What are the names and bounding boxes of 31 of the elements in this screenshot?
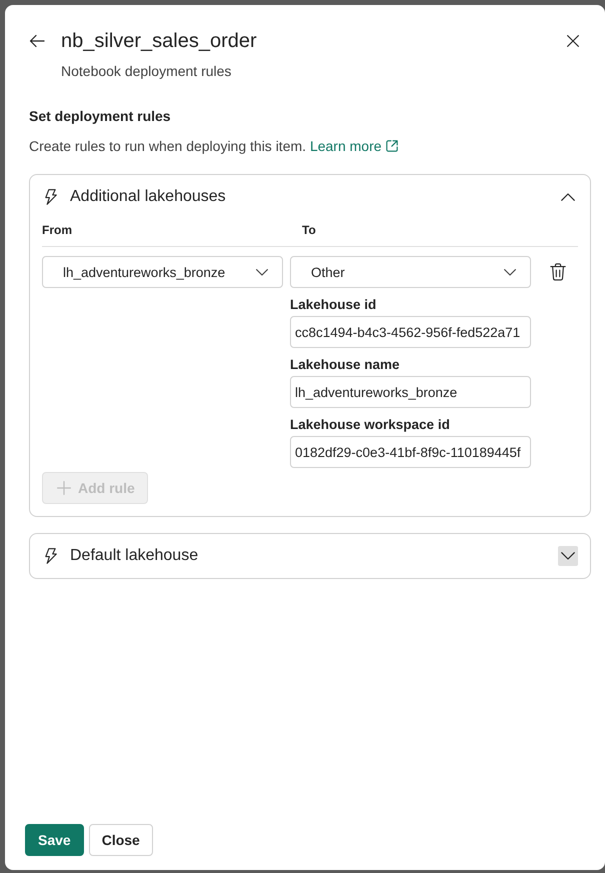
trash-icon [550,263,566,281]
field-label: Lakehouse workspace id [290,416,451,434]
lightning-bolt-icon [44,189,58,205]
chevron-up-icon [561,193,575,201]
section-heading: Set deployment rules [29,107,172,126]
text-field[interactable]: lh_adventureworks_bronze [290,376,531,408]
lightning-bolt-icon [44,548,58,564]
arrow-left-icon [29,33,45,49]
field-label: Lakehouse id [290,296,378,314]
to-dropdown[interactable]: Other [290,256,531,288]
group-title: Additional lakehouses [70,187,226,207]
group-title: Default lakehouse [70,546,198,566]
expand-button[interactable] [558,546,578,566]
close-icon [567,35,579,47]
field-label: Lakehouse name [290,356,401,374]
learn-more-link[interactable]: Learn more [310,136,398,156]
section-description: Create rules to run when deploying this item. Learn more [29,136,591,156]
text-field[interactable]: 0182df29-c0e3-41bf-8f9c-110189445f [290,436,531,468]
column-header: From [42,222,73,238]
close-dialog-button[interactable]: Close [88,824,153,856]
panel-subtitle: Notebook deployment rules [61,62,232,81]
chevron-down-icon [504,268,516,276]
panel-title: nb_silver_sales_order [61,29,257,53]
chevron-down-icon [256,268,268,276]
text-field[interactable]: cc8c1494-b4c3-4562-956f-fed522a71 [290,316,531,348]
plus-icon [57,481,71,495]
column-header: To [302,222,317,238]
save-button[interactable]: Save [25,824,84,856]
from-dropdown[interactable]: lh_adventureworks_bronze [42,256,283,288]
external-link-icon [386,140,398,152]
chevron-down-icon [561,552,575,560]
